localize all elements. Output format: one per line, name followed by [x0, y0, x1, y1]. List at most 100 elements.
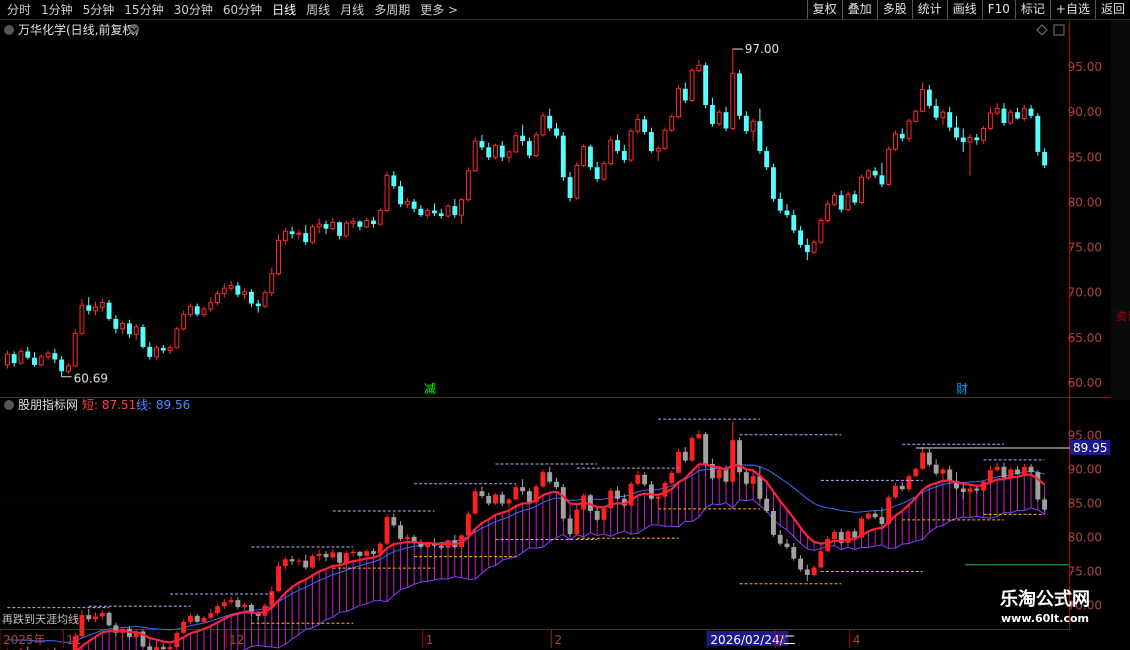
date-label: 11	[66, 633, 81, 647]
tab-0[interactable]: 分时	[2, 2, 36, 18]
candle-body	[343, 222, 349, 237]
candle-body	[310, 226, 315, 243]
candle-body	[737, 73, 742, 116]
tab-6[interactable]: 日线	[267, 2, 301, 18]
candle-body	[384, 174, 390, 212]
tab-8[interactable]: 月线	[335, 2, 369, 18]
date-label: 12	[229, 633, 244, 647]
candle-body	[65, 365, 71, 372]
toolbar-button-7[interactable]: +自选	[1049, 0, 1095, 19]
candle-body	[174, 328, 180, 349]
candle-body	[282, 230, 288, 241]
candle-body	[154, 347, 159, 358]
event-marker-finance[interactable]: 财	[956, 382, 968, 396]
candle-body	[879, 175, 885, 185]
candle-body	[906, 120, 912, 139]
candle-body	[371, 220, 376, 225]
candle-body	[621, 151, 627, 161]
candle-body	[1028, 108, 1034, 116]
event-marker-reduce[interactable]: 减	[424, 382, 436, 396]
candle-body	[249, 291, 254, 304]
candle-body	[689, 70, 695, 101]
price-tick-label: 85.00	[1068, 150, 1102, 164]
candle-body	[11, 354, 17, 364]
collapse-icon[interactable]	[4, 25, 14, 35]
ind-candle-body	[472, 491, 478, 514]
tab-4[interactable]: 30分钟	[169, 2, 218, 18]
candle-body	[93, 306, 98, 312]
ind-candle-body	[750, 476, 756, 484]
candle-body	[228, 284, 234, 289]
price-tick-label: 70.00	[1068, 286, 1102, 300]
toolbar-button-3[interactable]: 统计	[911, 0, 947, 19]
candle-body	[72, 332, 78, 367]
candle-body	[533, 134, 539, 157]
candle-body	[235, 285, 241, 295]
toolbar-button-6[interactable]: 标记	[1014, 0, 1050, 19]
candle-body	[465, 170, 471, 201]
ind-candle-body	[682, 451, 688, 461]
ind-candle-body	[926, 452, 932, 465]
tab-10[interactable]: 更多 >	[415, 2, 463, 18]
tab-3[interactable]: 15分钟	[119, 2, 168, 18]
ind-candle-body	[872, 513, 878, 518]
ind-candle-body	[716, 469, 722, 479]
ind-candle-body	[181, 621, 187, 633]
candle-body	[1035, 115, 1041, 152]
candle-body	[567, 177, 573, 198]
candle-body	[696, 64, 702, 72]
ind-candle-body	[404, 536, 410, 539]
dropdown-icon[interactable]	[129, 24, 139, 34]
right-strip[interactable]	[1111, 20, 1130, 400]
candle-body	[838, 195, 844, 210]
candle-body	[554, 128, 559, 136]
ind-candle-body	[86, 615, 92, 620]
candle-body	[852, 194, 858, 203]
candle-body	[276, 239, 281, 275]
price-tick-label: 90.00	[1068, 105, 1102, 119]
date-label: 2025年	[3, 633, 46, 647]
candle-body	[872, 170, 878, 176]
ind-candle-body	[513, 487, 519, 500]
toolbar-button-2[interactable]: 多股	[876, 0, 912, 19]
candle-body	[513, 135, 519, 153]
kline-chart[interactable]: 万华化学(日线,前复权) 95.00 90.00 85.00 80.00 75.00 70…	[0, 20, 1130, 650]
candle-body	[59, 359, 65, 372]
ind-candle-body	[93, 616, 98, 620]
candle-body	[398, 186, 404, 205]
collapse-icon[interactable]	[4, 400, 14, 410]
toolbar-button-8[interactable]: 返回	[1094, 0, 1130, 19]
candle-body	[764, 151, 770, 168]
line-value: 线: 89.56	[136, 398, 190, 412]
candle-body	[32, 357, 37, 365]
candle-body	[730, 72, 736, 129]
ind-candle-body	[804, 569, 810, 575]
ind-candle-body	[296, 560, 302, 562]
top-toolbar: 分时 1分钟 5分钟 15分钟 30分钟 60分钟 日线 周线 月线 多周期 更多 > 复权 叠加 多股…	[0, 0, 1130, 20]
toolbar-button-0[interactable]: 复权	[806, 0, 842, 19]
toolbar-button-4[interactable]: 画线	[946, 0, 982, 19]
candle-body	[920, 89, 926, 112]
tab-5[interactable]: 60分钟	[218, 2, 267, 18]
ind-candle-body	[696, 434, 702, 439]
candle-body	[581, 146, 587, 166]
ind-candle-body	[703, 434, 709, 465]
toolbar-button-1[interactable]: 叠加	[841, 0, 877, 19]
toolbar-button-5[interactable]: F10	[981, 0, 1015, 19]
candle-body	[45, 352, 51, 358]
tab-9[interactable]: 多周期	[369, 2, 415, 18]
tab-1[interactable]: 1分钟	[36, 2, 78, 18]
tab-7[interactable]: 周线	[301, 2, 335, 18]
price-tick-label: 60.00	[1068, 376, 1102, 390]
ind-candle-body	[350, 551, 356, 554]
watermark: 乐淘公式网 www.60lt.com	[1000, 588, 1090, 625]
candle-body	[933, 105, 939, 118]
candle-body	[587, 146, 593, 168]
candle-body	[547, 115, 553, 129]
ind-candle-body	[865, 513, 871, 519]
tab-2[interactable]: 5分钟	[78, 2, 120, 18]
ind-candle-body	[337, 552, 343, 563]
ind-candle-body	[574, 509, 580, 535]
ind-candle-body	[106, 613, 112, 626]
ind-candle-body	[398, 525, 404, 539]
